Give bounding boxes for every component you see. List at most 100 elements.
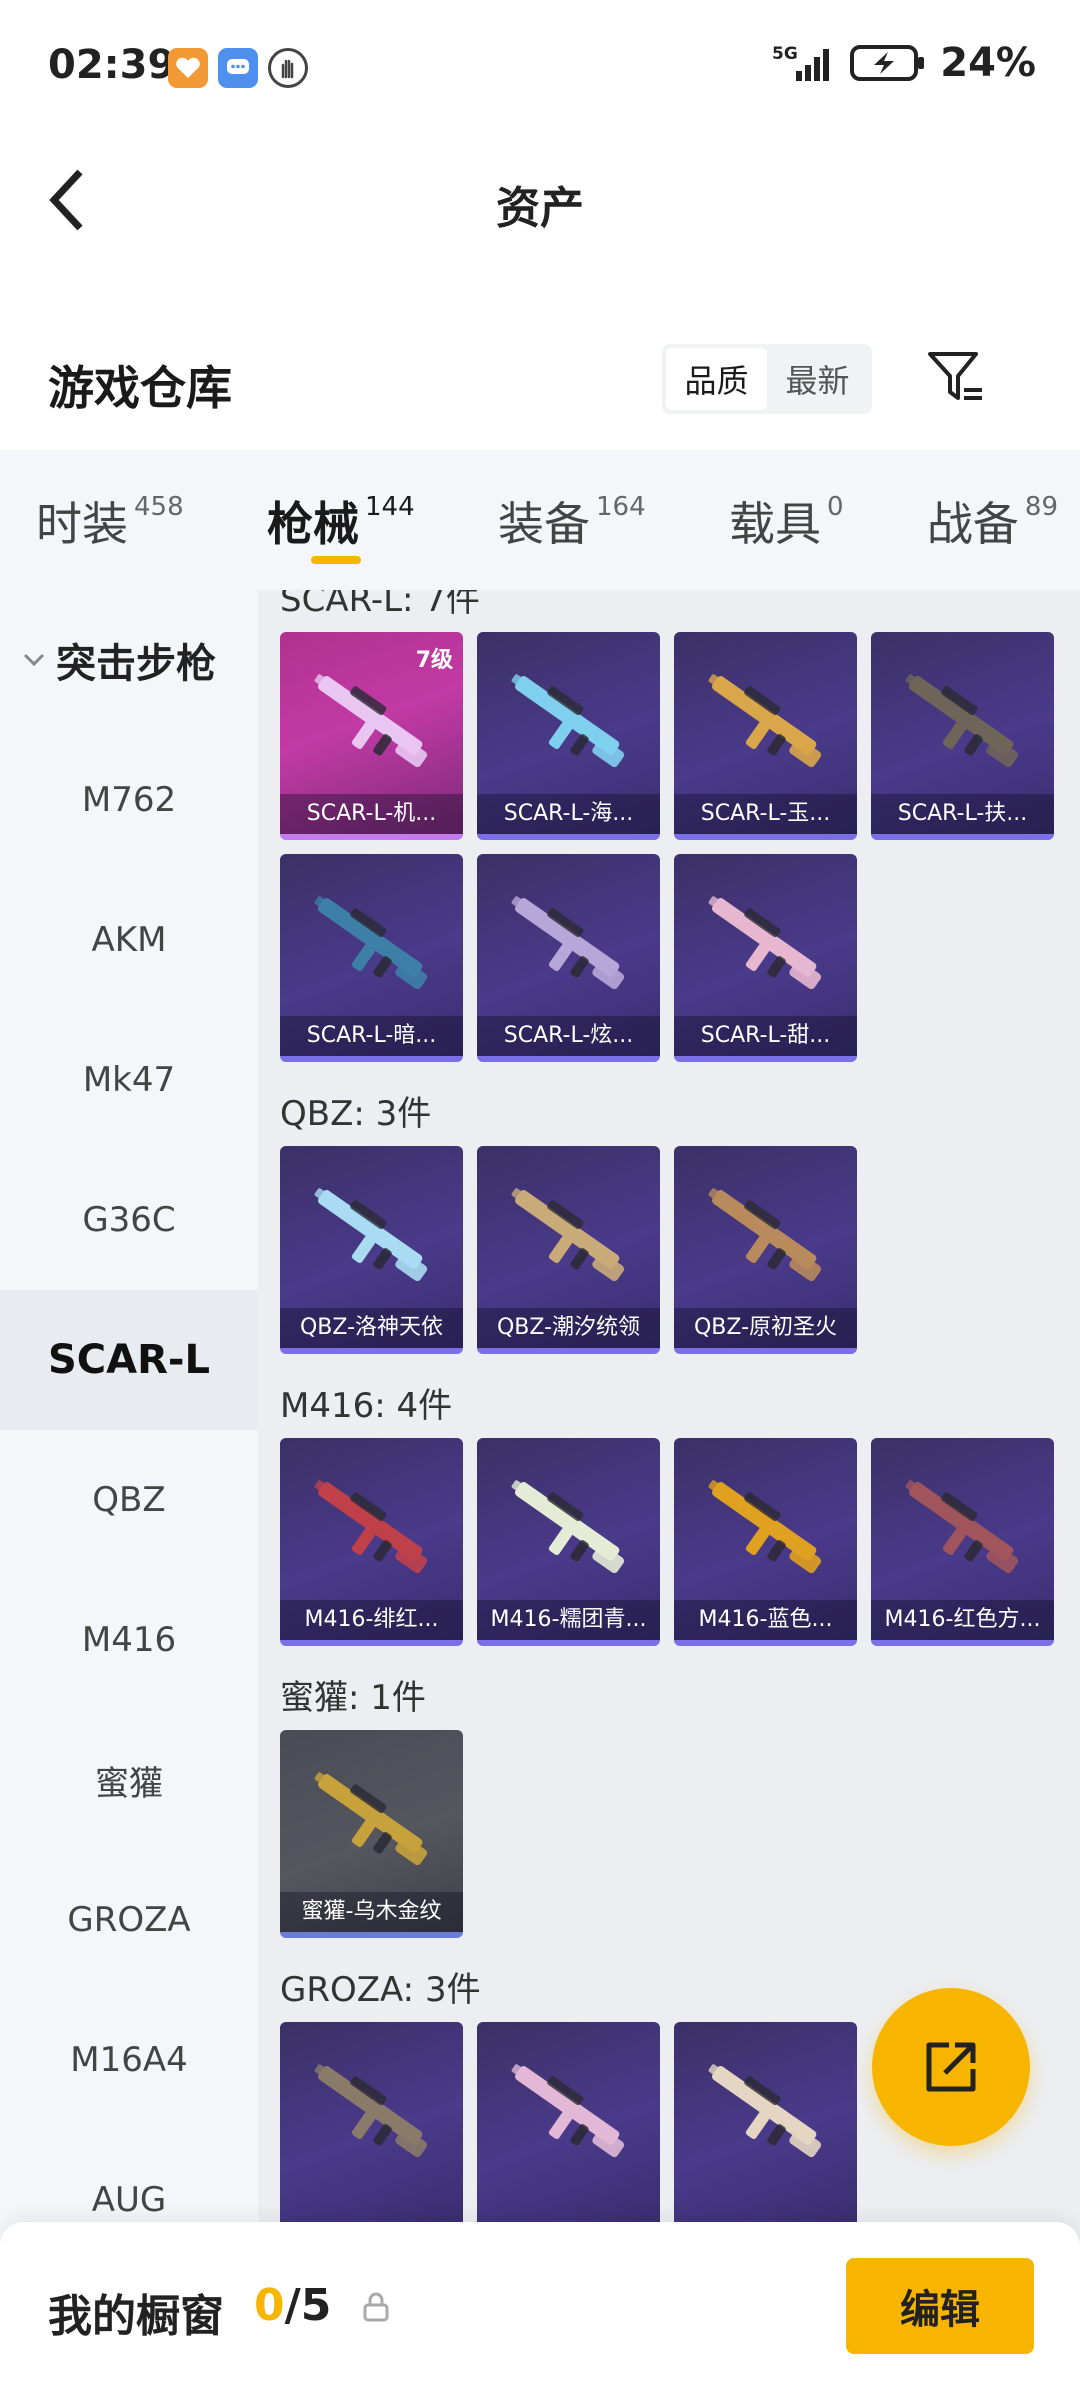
page-title: 资产 — [496, 183, 584, 234]
weapon-skin-name: M416-绯红... — [280, 1600, 463, 1640]
group-title: SCAR-L: 7件 — [280, 590, 480, 620]
weapon-image — [497, 1170, 640, 1290]
showcase-total: /5 — [284, 2280, 332, 2331]
weapon-skin-card[interactable]: M416-蓝色... — [674, 1438, 857, 1646]
weapon-skin-card[interactable]: SCAR-L-炫... — [477, 854, 660, 1062]
weapon-grid: M416-绯红... M416-糯团青... M416-蓝色... M416-红色方.… — [280, 1438, 1080, 1646]
showcase-count: 0/5 — [254, 2280, 331, 2331]
showcase-label: 我的橱窗 — [48, 2291, 224, 2342]
weapon-skin-name: QBZ-原初圣火 — [674, 1308, 857, 1348]
weapon-skin-name: 蜜獾-乌木金纹 — [280, 1892, 463, 1932]
status-bar: 02:39 5G 24% — [0, 0, 1080, 140]
group-title: M416: 4件 — [280, 1386, 453, 1426]
weapon-image — [300, 878, 443, 998]
weapon-skin-card[interactable]: QBZ-原初圣火 — [674, 1146, 857, 1354]
weapon-skin-card[interactable]: 7级 SCAR-L-机... — [280, 632, 463, 840]
sidebar-item-g36c[interactable]: G36C — [0, 1150, 258, 1290]
battery-percent: 24% — [940, 40, 1036, 86]
category-tabs: 时装 458 枪械 144 装备 164 载具 0 战备 89 — [0, 450, 1080, 590]
tab-supplies[interactable]: 战备 89 — [927, 450, 1058, 590]
weapon-skin-card[interactable]: SCAR-L-扶... — [871, 632, 1054, 840]
notification-icons — [168, 48, 308, 88]
active-tab-indicator — [311, 556, 361, 564]
weapon-skin-name: M416-红色方... — [871, 1600, 1054, 1640]
sidebar-item-m16a4[interactable]: M16A4 — [0, 1990, 258, 2130]
weapon-image — [300, 656, 443, 776]
hand-icon — [268, 48, 308, 88]
weapon-grid: QBZ-洛神天依 QBZ-潮汐统领 QBZ-原初圣火 — [280, 1146, 1080, 1354]
tab-firearms[interactable]: 枪械 144 — [267, 450, 415, 590]
showcase-current: 0 — [254, 2280, 285, 2331]
warehouse-header: 游戏仓库 品质 最新 — [0, 320, 1080, 450]
weapon-skin-card[interactable]: QBZ-潮汐统领 — [477, 1146, 660, 1354]
tab-label: 枪械 — [267, 497, 359, 551]
tab-count: 164 — [596, 492, 646, 522]
weapon-skin-name: SCAR-L-玉... — [674, 794, 857, 834]
weapon-image — [694, 656, 837, 776]
weapon-image — [300, 2046, 443, 2166]
weapon-image — [300, 1170, 443, 1290]
sidebar-item-akm[interactable]: AKM — [0, 870, 258, 1010]
weapon-skin-card[interactable]: SCAR-L-暗... — [280, 854, 463, 1062]
weapon-skin-card[interactable] — [477, 2022, 660, 2230]
sidebar-item-scar-l[interactable]: SCAR-L — [0, 1290, 258, 1430]
weapon-skin-name: SCAR-L-海... — [477, 794, 660, 834]
signal-5g-icon: 5G — [772, 44, 830, 81]
weapon-skin-card[interactable]: SCAR-L-玉... — [674, 632, 857, 840]
tab-vehicles[interactable]: 载具 0 — [729, 450, 844, 590]
weapon-image — [694, 1462, 837, 1582]
tab-count: 458 — [134, 492, 184, 522]
weapon-grid: 7级 SCAR-L-机... SCAR-L-海... SCAR-L-玉... SCAR-… — [280, 632, 1080, 1062]
weapon-image — [497, 1462, 640, 1582]
edit-button[interactable]: 编辑 — [846, 2258, 1034, 2354]
sidebar-group-label: 突击步枪 — [56, 641, 216, 687]
app-notification-icon — [168, 48, 208, 88]
sidebar-item-m416[interactable]: M416 — [0, 1570, 258, 1710]
weapon-image — [300, 1462, 443, 1582]
weapon-skin-card[interactable]: M416-绯红... — [280, 1438, 463, 1646]
weapon-skin-card[interactable] — [674, 2022, 857, 2230]
weapon-image — [694, 878, 837, 998]
tab-fashion[interactable]: 时装 458 — [36, 450, 184, 590]
weapon-skin-card[interactable]: QBZ-洛神天依 — [280, 1146, 463, 1354]
top-nav: 资产 — [0, 140, 1080, 260]
status-right: 5G 24% — [770, 40, 1036, 86]
sort-latest-button[interactable]: 最新 — [767, 348, 868, 410]
weapon-image — [694, 1170, 837, 1290]
group-title: 蜜獾: 1件 — [280, 1678, 426, 1718]
tab-label: 装备 — [498, 497, 590, 551]
weapon-skin-name: SCAR-L-炫... — [477, 1016, 660, 1056]
weapon-skin-name: QBZ-潮汐统领 — [477, 1308, 660, 1348]
sidebar-group-assault-rifles[interactable]: 突击步枪 — [0, 590, 258, 730]
weapon-skin-card[interactable]: M416-红色方... — [871, 1438, 1054, 1646]
weapon-skin-card[interactable]: SCAR-L-甜... — [674, 854, 857, 1062]
sidebar-item-m762[interactable]: M762 — [0, 730, 258, 870]
filter-button[interactable] — [924, 346, 988, 410]
sidebar-item-mk47[interactable]: Mk47 — [0, 1010, 258, 1150]
weapon-image — [497, 656, 640, 776]
group-title: QBZ: 3件 — [280, 1094, 432, 1134]
weapon-skin-name: M416-糯团青... — [477, 1600, 660, 1640]
weapon-skin-card[interactable]: SCAR-L-海... — [477, 632, 660, 840]
weapon-skin-card[interactable]: M416-糯团青... — [477, 1438, 660, 1646]
weapon-skin-name: SCAR-L-暗... — [280, 1016, 463, 1056]
weapon-skin-card[interactable]: 蜜獾-乌木金纹 — [280, 1730, 463, 1938]
weapon-skin-name: SCAR-L-扶... — [871, 794, 1054, 834]
weapon-skin-card[interactable] — [280, 2022, 463, 2230]
weapon-skin-name: SCAR-L-甜... — [674, 1016, 857, 1056]
share-fab-button[interactable] — [872, 1988, 1030, 2146]
sort-quality-button[interactable]: 品质 — [666, 348, 767, 410]
weapon-image — [694, 2046, 837, 2166]
level-badge: 7级 — [415, 648, 453, 673]
tab-count: 144 — [365, 492, 415, 522]
sidebar-item-groza[interactable]: GROZA — [0, 1850, 258, 1990]
tab-equipment[interactable]: 装备 164 — [498, 450, 646, 590]
weapon-image — [891, 1462, 1034, 1582]
sidebar-item-honey-badger[interactable]: 蜜獾 — [0, 1710, 258, 1850]
external-link-icon — [926, 2042, 976, 2092]
svg-text:5G: 5G — [772, 44, 798, 64]
tab-count: 89 — [1024, 492, 1058, 522]
sidebar-item-qbz[interactable]: QBZ — [0, 1430, 258, 1570]
message-notification-icon — [218, 48, 258, 88]
filter-icon — [928, 352, 982, 400]
